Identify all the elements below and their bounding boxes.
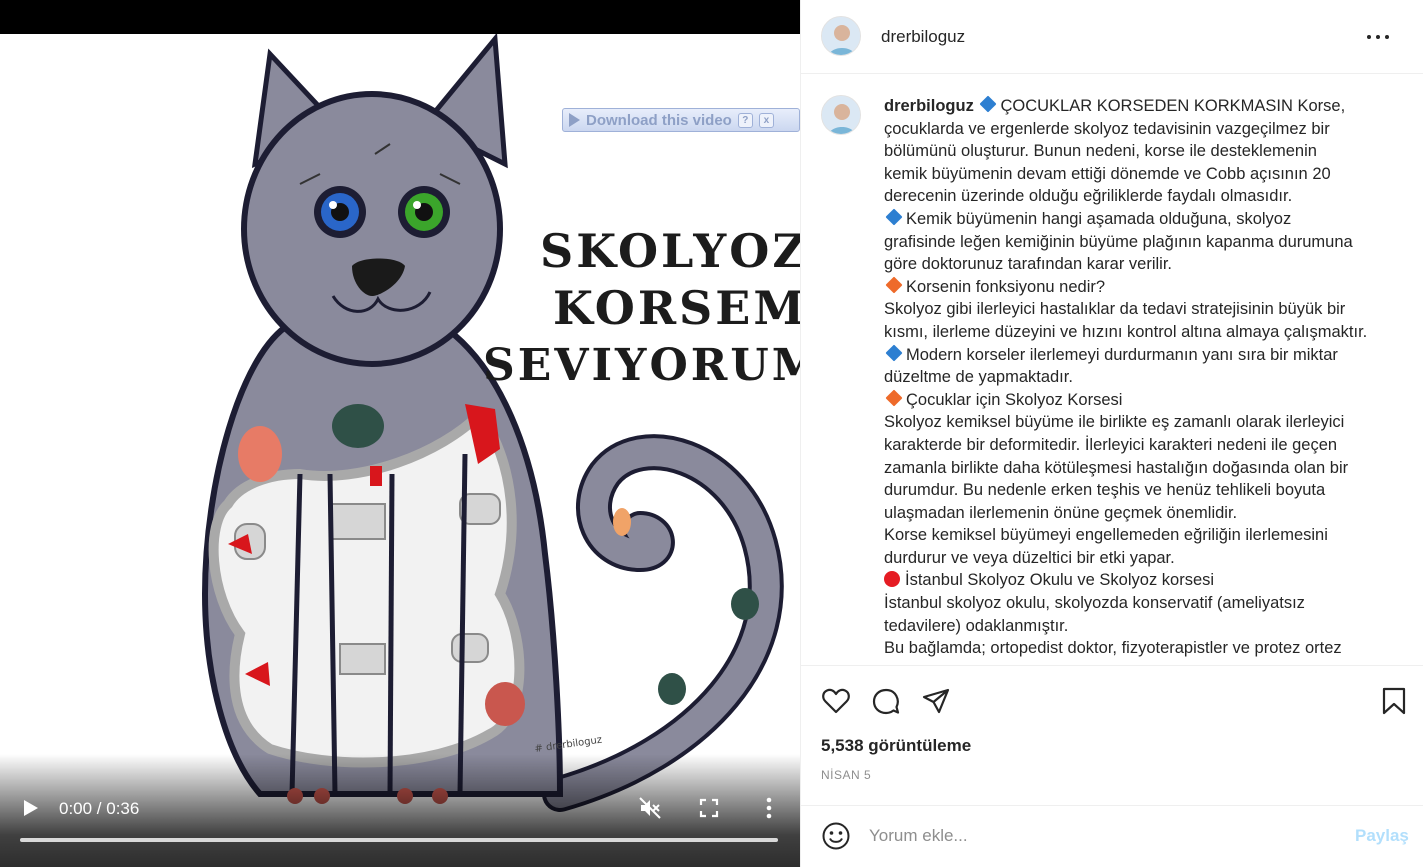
caption-line: İstanbul Skolyoz Okulu ve Skolyoz korses… [884, 569, 1404, 592]
download-video-link[interactable]: Download this video [586, 112, 732, 129]
play-icon[interactable] [22, 799, 40, 817]
video-time: 0:00 / 0:36 [59, 799, 140, 818]
caption-line-text: İstanbul Skolyoz Okulu ve Skolyoz korses… [905, 571, 1215, 590]
caption-line: Korse kemiksel büyümeyi engellemeden eğr… [884, 524, 1404, 547]
more-vertical-icon[interactable] [760, 796, 778, 820]
caption-line: durumdur. Bu nedenle erken teşhis ve hen… [884, 479, 1404, 502]
caption-line: Skolyoz kemiksel büyüme ile birlikte eş … [884, 411, 1404, 434]
caption-line-text: düzeltme de yapmaktadır. [884, 368, 1073, 387]
artwork-title-line-3: SEVIYORUM [483, 340, 800, 391]
profile-photo-icon [822, 96, 860, 134]
caption-line-text: karakterde bir deformitedir. İlerleyici … [884, 435, 1338, 454]
caption-line: bölümünü oluşturur. Bunun nedeni, korse … [884, 140, 1404, 163]
caption-line: Çocuklar için Skolyoz Korsesi [884, 389, 1404, 412]
caption-line: grafisinde leğen kemiğinin büyüme plağın… [884, 231, 1404, 254]
orange-diamond-icon [885, 389, 903, 407]
caption-line: kısmı, ilerleme düzeyini ve hızını kontr… [884, 321, 1404, 344]
caption-username[interactable]: drerbiloguz [884, 97, 974, 115]
blue-diamond-icon [885, 344, 903, 362]
comment-icon[interactable] [871, 686, 901, 716]
post-header: drerbiloguz [801, 0, 1423, 74]
caption-line-text: Skolyoz gibi ilerleyici hastalıklar da t… [884, 300, 1346, 319]
caption-line-text: kemik büyümenin devam ettiği dönemde ve … [884, 164, 1331, 183]
caption-line-text: grafisinde leğen kemiğinin büyüme plağın… [884, 232, 1353, 251]
caption-line-text: çocuklarda ve ergenlerde skolyoz tedavis… [884, 119, 1330, 138]
caption-line-text: durumdur. Bu nedenle erken teşhis ve hen… [884, 481, 1326, 500]
caption-line-text: bölümünü oluşturur. Bunun nedeni, korse … [884, 142, 1317, 161]
caption-line-text: göre doktorunuz tarafından karar verilir… [884, 255, 1172, 274]
help-button[interactable]: ? [737, 112, 753, 128]
video-controls: 0:00 / 0:36 [0, 754, 800, 867]
muted-speaker-icon[interactable] [638, 796, 662, 820]
caption-line: göre doktorunuz tarafından karar verilir… [884, 253, 1404, 276]
close-download-bar-button[interactable]: x [758, 112, 774, 128]
post-actions [801, 665, 1423, 730]
caption-line: Korsenin fonksiyonu nedir? [884, 276, 1404, 299]
caption-line-text: zamanla birlikte daha kötüleşmesi hastal… [884, 458, 1349, 477]
video-progress-bar[interactable] [20, 838, 778, 842]
scoliosis-cat-illustration: # drerbiloguz SKOLYOZ KORSEMI SEVIYORUM [201, 34, 800, 812]
caption-line: derecenin üzerinde olduğu eğriliklerde f… [884, 185, 1404, 208]
caption-line-text: Skolyoz kemiksel büyüme ile birlikte eş … [884, 413, 1345, 432]
views-count[interactable]: 5,538 görüntüleme [821, 736, 971, 756]
caption-line: kemik büyümenin devam ettiği dönemde ve … [884, 163, 1404, 186]
fullscreen-icon[interactable] [699, 798, 719, 818]
caption-line: Bu bağlamda; ortopedist doktor, fizyoter… [884, 637, 1404, 660]
header-username[interactable]: drerbiloguz [881, 27, 965, 47]
caption-line: çocuklarda ve ergenlerde skolyoz tedavis… [884, 118, 1404, 141]
caption-line-text: derecenin üzerinde olduğu eğriliklerde f… [884, 187, 1293, 206]
caption-line: Kemik büyümenin hangi aşamada olduğuna, … [884, 208, 1404, 231]
avatar[interactable] [821, 16, 861, 56]
heart-icon[interactable] [821, 686, 851, 716]
orange-diamond-icon [885, 276, 903, 294]
blue-diamond-icon [979, 95, 997, 113]
more-horizontal-icon[interactable] [1367, 26, 1389, 48]
play-triangle-icon [569, 113, 580, 127]
caption-line-text: kısmı, ilerleme düzeyini ve hızını kontr… [884, 322, 1368, 341]
caption-line: İstanbul skolyoz okulu, skolyozda konser… [884, 592, 1404, 615]
caption-line-text: İstanbul skolyoz okulu, skolyozda konser… [884, 594, 1305, 613]
caption-line: durdurur ve veya düzeltici bir etki yapa… [884, 547, 1404, 570]
profile-photo-icon [822, 17, 860, 55]
bookmark-icon[interactable] [1379, 686, 1409, 716]
caption-line-text: Modern korseler ilerlemeyi durdurmanın y… [906, 345, 1338, 364]
comment-box: Paylaş [801, 805, 1423, 867]
video-player[interactable]: # drerbiloguz SKOLYOZ KORSEMI SEVIYORUM [0, 0, 800, 867]
share-icon[interactable] [921, 686, 951, 716]
artwork-title-line-2: KORSEMI [553, 281, 800, 335]
caption-area: drerbiloguz ÇOCUKLAR KORSEDEN KORKMASIN … [801, 75, 1423, 665]
caption-text: drerbiloguz ÇOCUKLAR KORSEDEN KORKMASIN … [884, 95, 1404, 660]
blue-diamond-icon [885, 208, 903, 226]
caption-line: drerbiloguz ÇOCUKLAR KORSEDEN KORKMASIN … [884, 95, 1404, 118]
red-circle-icon [884, 571, 900, 588]
caption-line-text: Çocuklar için Skolyoz Korsesi [906, 390, 1123, 409]
caption-line: Skolyoz gibi ilerleyici hastalıklar da t… [884, 298, 1404, 321]
artwork-title-line-1: SKOLYOZ [540, 224, 800, 278]
caption-line-text: Korse kemiksel büyümeyi engellemeden eğr… [884, 526, 1328, 545]
caption-line-text: tedavilere) odaklanmıştır. [884, 616, 1069, 635]
comment-input[interactable] [869, 821, 1329, 851]
post-comment-button[interactable]: Paylaş [1355, 826, 1409, 846]
caption-line: düzeltme de yapmaktadır. [884, 366, 1404, 389]
caption-line: ulaşmadan ilerlemenin önüne geçmek öneml… [884, 502, 1404, 525]
caption-line-text: durdurur ve veya düzeltici bir etki yapa… [884, 548, 1175, 567]
caption-line: Modern korseler ilerlemeyi durdurmanın y… [884, 344, 1404, 367]
caption-line-text: Kemik büyümenin hangi aşamada olduğuna, … [906, 209, 1292, 228]
video-frame[interactable]: # drerbiloguz SKOLYOZ KORSEMI SEVIYORUM [0, 34, 800, 867]
caption-line-text: Korsenin fonksiyonu nedir? [906, 277, 1106, 296]
emoji-icon[interactable] [821, 821, 851, 851]
caption-line: tedavilere) odaklanmıştır. [884, 615, 1404, 638]
caption-line-text: ulaşmadan ilerlemenin önüne geçmek öneml… [884, 503, 1238, 522]
caption-line: karakterde bir deformitedir. İlerleyici … [884, 434, 1404, 457]
caption-line-text: ÇOCUKLAR KORSEDEN KORKMASIN Korse, [1000, 97, 1346, 115]
download-video-bar[interactable]: Download this video ? x [562, 108, 800, 132]
caption-line: zamanla birlikte daha kötüleşmesi hastal… [884, 457, 1404, 480]
post-panel: drerbiloguz drerbiloguz ÇOCUKLAR KORSEDE… [800, 0, 1423, 867]
caption-avatar[interactable] [821, 95, 861, 135]
post-date[interactable]: NİSAN 5 [821, 768, 871, 782]
caption-line-text: Bu bağlamda; ortopedist doktor, fizyoter… [884, 639, 1342, 658]
